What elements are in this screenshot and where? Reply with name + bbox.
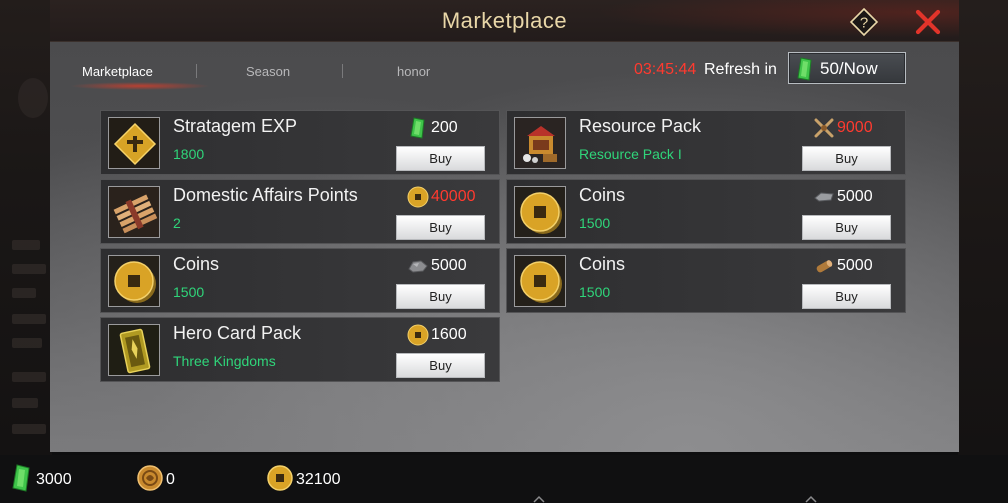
- currency-bar: 3000 0 32100: [0, 455, 1008, 503]
- svg-text:?: ?: [860, 15, 868, 32]
- modal-header: Marketplace ?: [50, 0, 959, 42]
- list-item: Coins 1500 5000 Buy: [506, 248, 906, 313]
- item-name: Hero Card Pack: [173, 323, 302, 343]
- item-subtitle: Three Kingdoms: [173, 353, 276, 369]
- coin-icon: [514, 255, 566, 307]
- item-subtitle: Resource Pack I: [579, 146, 682, 162]
- resource-pack-icon: [514, 117, 566, 169]
- tab-honor[interactable]: honor: [397, 64, 430, 79]
- list-item: Stratagem EXP 1800 200 Buy: [100, 110, 500, 175]
- jade-icon: [12, 464, 30, 492]
- item-price: 200: [407, 117, 501, 139]
- list-item: Coins 1500 5000 Buy: [100, 248, 500, 313]
- buy-button[interactable]: Buy: [396, 284, 485, 309]
- coin-icon: [108, 255, 160, 307]
- currency-value: 32100: [296, 471, 341, 488]
- marketplace-modal: Marketplace ? Marketplace Season honor 0…: [50, 0, 959, 452]
- buy-button[interactable]: Buy: [396, 215, 485, 240]
- price-value: 9000: [837, 119, 873, 136]
- currency-value: 3000: [36, 471, 72, 488]
- close-icon[interactable]: [914, 8, 942, 36]
- list-item: Coins 1500 5000 Buy: [506, 179, 906, 244]
- background-panel-left: [0, 0, 52, 455]
- tab-marketplace[interactable]: Marketplace: [82, 64, 153, 79]
- buy-button[interactable]: Buy: [802, 215, 891, 240]
- scroll-bundle-icon: [108, 186, 160, 238]
- item-name: Resource Pack: [579, 116, 702, 136]
- buy-button[interactable]: Buy: [396, 146, 485, 171]
- coin-icon: [407, 324, 429, 346]
- price-value: 40000: [431, 188, 476, 205]
- hero-card-icon: [108, 324, 160, 376]
- refresh-cost: 50/Now: [820, 59, 878, 78]
- item-price: 5000: [813, 255, 907, 277]
- buy-button[interactable]: Buy: [802, 284, 891, 309]
- price-value: 5000: [431, 257, 467, 274]
- help-icon[interactable]: ?: [849, 7, 879, 37]
- item-price: 1600: [407, 324, 501, 346]
- item-name: Coins: [579, 254, 626, 274]
- item-name: Coins: [579, 185, 626, 205]
- refresh-now-button[interactable]: 50/Now: [788, 52, 906, 84]
- price-value: 1600: [431, 326, 467, 343]
- tab-divider: [342, 64, 343, 78]
- list-item: Domestic Affairs Points 2 40000 Buy: [100, 179, 500, 244]
- currency-value: 0: [166, 471, 175, 488]
- buy-button[interactable]: Buy: [802, 146, 891, 171]
- item-quantity: 1500: [173, 284, 205, 300]
- item-name: Coins: [173, 254, 220, 274]
- stratagem-exp-icon: [108, 117, 160, 169]
- list-item: Hero Card Pack Three Kingdoms 1600 Buy: [100, 317, 500, 382]
- background-panel-right: [958, 0, 1008, 455]
- item-quantity: 1800: [173, 146, 205, 162]
- currency-jade: 3000: [10, 463, 90, 493]
- currency-coins: 32100: [266, 463, 376, 493]
- stone-icon: [408, 260, 428, 273]
- coin-icon: [267, 465, 293, 491]
- chevron-up-icon: [805, 495, 817, 503]
- item-price: 5000: [813, 186, 907, 208]
- list-item: Resource Pack Resource Pack I 9000 Buy: [506, 110, 906, 175]
- item-name: Domestic Affairs Points: [173, 185, 358, 205]
- currency-honor: 0: [136, 463, 196, 493]
- page-title: Marketplace: [441, 8, 568, 33]
- item-quantity: 1500: [579, 284, 611, 300]
- crossed-weapons-icon: [814, 118, 834, 138]
- refresh-label: Refresh in: [704, 61, 777, 78]
- jade-icon: [797, 57, 812, 81]
- item-quantity: 1500: [579, 215, 611, 231]
- tab-season[interactable]: Season: [246, 64, 290, 79]
- refresh-timer: 03:45:44: [634, 61, 697, 78]
- item-quantity: 2: [173, 215, 181, 231]
- iron-icon: [814, 192, 834, 202]
- wood-icon: [816, 260, 833, 273]
- buy-button[interactable]: Buy: [396, 353, 485, 378]
- honor-medal-icon: [137, 465, 163, 491]
- coin-icon: [514, 186, 566, 238]
- item-price: 9000: [813, 117, 907, 139]
- price-value: 200: [431, 119, 458, 136]
- price-value: 5000: [837, 257, 873, 274]
- tab-divider: [196, 64, 197, 78]
- price-value: 5000: [837, 188, 873, 205]
- chevron-up-icon: [533, 495, 545, 503]
- coin-icon: [407, 186, 429, 208]
- item-price: 5000: [407, 255, 501, 277]
- item-price: 40000: [407, 186, 501, 208]
- active-tab-indicator: [70, 82, 210, 90]
- jade-icon: [410, 117, 425, 139]
- item-name: Stratagem EXP: [173, 116, 298, 136]
